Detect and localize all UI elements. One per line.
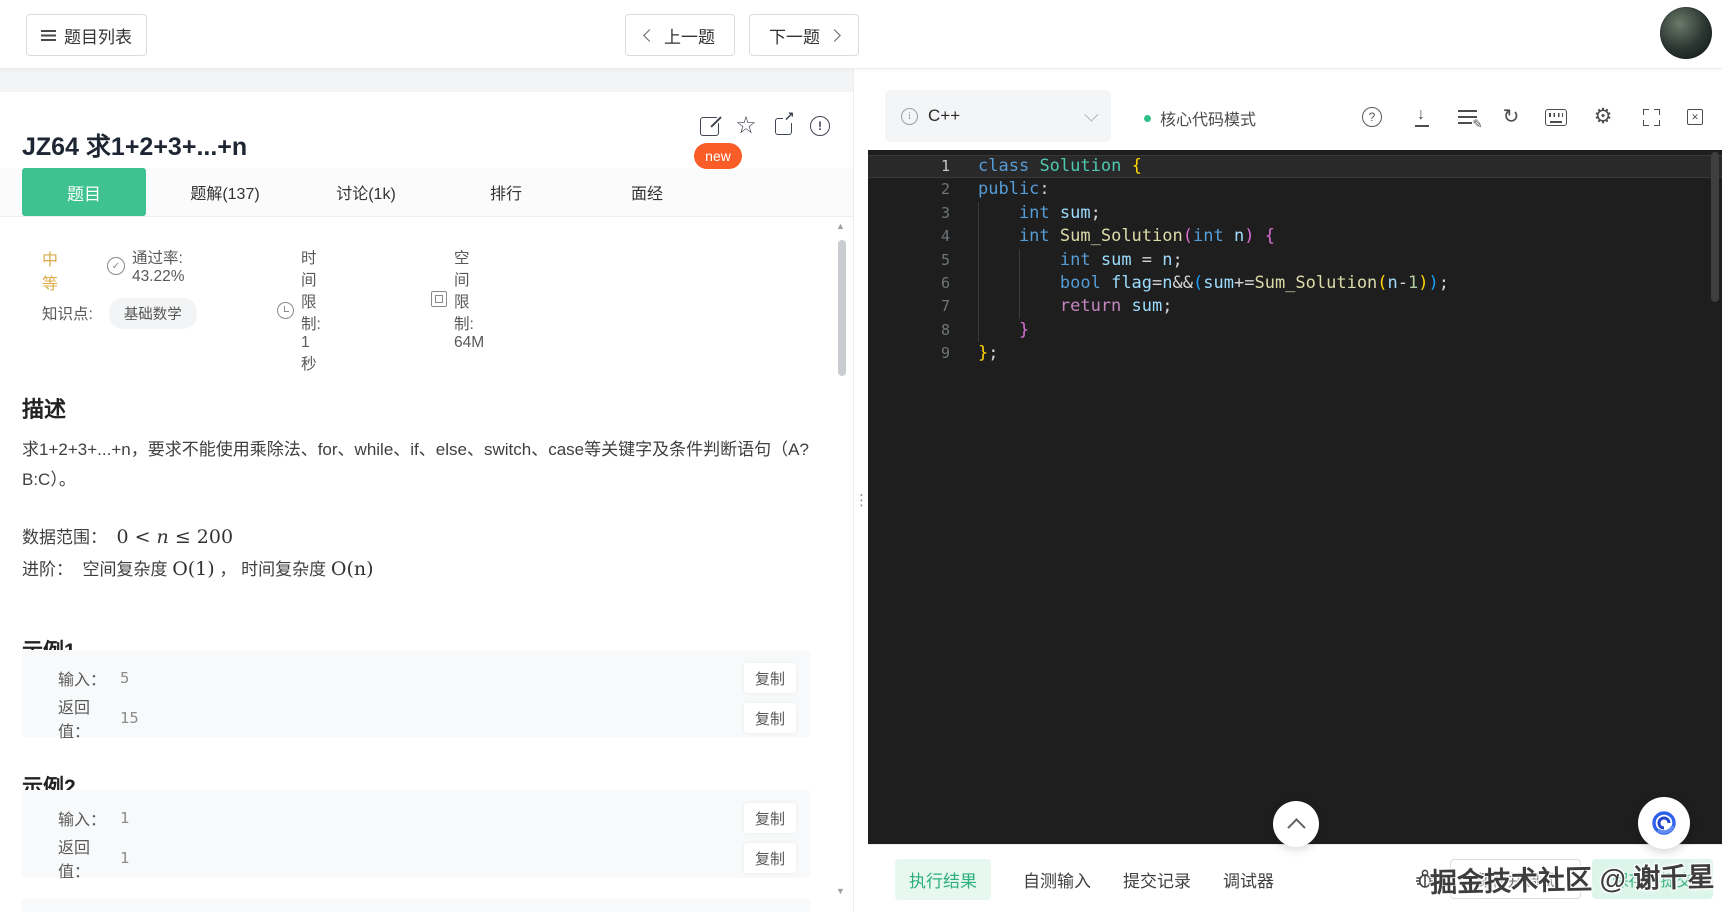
problem-list-label: 题目列表 [64, 23, 132, 48]
top-bar: 题目列表 上一题 下一题 [0, 0, 1722, 69]
example1-input-value: 5 [120, 669, 129, 687]
scrollbar-thumb[interactable] [838, 240, 846, 376]
chevron-left-icon [643, 29, 656, 42]
edit-icon[interactable] [698, 115, 720, 137]
knowledge-row: 知识点: 基础数学 [42, 299, 197, 327]
tab-submission-history[interactable]: 提交记录 [1123, 859, 1191, 900]
problem-panel: JZ64 求1+2+3+...+n new 题目 题解(137) 讨论(1k) … [0, 68, 853, 912]
tab-problem[interactable]: 题目 [22, 168, 146, 216]
advanced-line: 进阶： 空间复杂度 O(1) ， 时间复杂度 O(n) [22, 555, 374, 580]
example2-output-value: 1 [120, 849, 129, 867]
exit-layout-icon[interactable] [1684, 106, 1706, 128]
copy-button[interactable]: 复制 [744, 663, 796, 693]
prev-label: 上一题 [664, 23, 715, 48]
next-example-partial [22, 898, 810, 912]
chip-icon [431, 291, 447, 307]
code-lines: 1class Solution {2public:3 int sum;4 int… [868, 150, 1722, 366]
tab-debugger[interactable]: 调试器 [1223, 859, 1274, 900]
editor-toolbar-icons [868, 106, 1722, 128]
chevron-up-icon [1287, 818, 1305, 836]
example2-input-row: 输入： 1 复制 [22, 802, 810, 834]
new-badge: new [694, 143, 742, 169]
settings-gear-icon[interactable] [1592, 106, 1614, 128]
copy-button[interactable]: 复制 [744, 843, 796, 873]
fullscreen-icon[interactable] [1640, 106, 1662, 128]
star-icon[interactable] [735, 115, 757, 137]
panel-divider [853, 68, 869, 912]
tab-self-test-input[interactable]: 自测输入 [1023, 859, 1091, 900]
example1-output-value: 15 [120, 709, 139, 727]
chevron-right-icon [828, 29, 841, 42]
editor-scrollbar-thumb[interactable] [1711, 152, 1719, 302]
data-range-line: 数据范围： 0 < n ≤ 200 [22, 523, 233, 548]
scrollbar-down-arrow[interactable]: ▼ [836, 886, 845, 896]
user-avatar[interactable] [1660, 7, 1712, 59]
list-icon [41, 30, 56, 41]
page: 题目列表 上一题 下一题 JZ64 求1+2+3+...+n new 题目 题解… [0, 0, 1722, 912]
example1-box: 输入： 5 复制 返回值： 15 复制 [22, 650, 810, 737]
example2-input-value: 1 [120, 809, 129, 827]
description-heading: 描述 [22, 392, 66, 424]
problem-actions [698, 115, 831, 137]
keyboard-shortcuts-icon[interactable] [1545, 106, 1567, 128]
problem-list-button[interactable]: 题目列表 [26, 14, 147, 56]
pass-rate: 通过率: 43.22% [107, 246, 185, 286]
code-editor[interactable]: 1class Solution {2public:3 int sum;4 int… [868, 150, 1722, 845]
help-icon[interactable] [1361, 106, 1383, 128]
editor-panel: C++ 核心代码模式 1class Solution {2public:3 in… [868, 68, 1722, 912]
download-icon[interactable] [1411, 106, 1433, 128]
editor-footer: 执行结果 自测输入 提交记录 调试器 保存并调试 保存并提交 [868, 844, 1722, 912]
description-body: 求1+2+3+...+n，要求不能使用乘除法、for、while、if、else… [22, 435, 817, 495]
knowledge-label: 知识点: [42, 302, 93, 324]
knowledge-tag[interactable]: 基础数学 [109, 298, 197, 329]
collapse-panel-button[interactable] [1273, 801, 1319, 847]
share-external-icon[interactable] [772, 115, 794, 137]
format-code-icon[interactable] [1456, 106, 1478, 128]
save-and-submit-button[interactable]: 保存并提交 [1592, 859, 1713, 899]
save-and-debug-button[interactable]: 保存并调试 [1450, 859, 1581, 899]
next-label: 下一题 [769, 23, 820, 48]
problem-title: JZ64 求1+2+3+...+n [22, 127, 247, 163]
time-complexity: O(n) [331, 558, 374, 580]
tab-discussion[interactable]: 讨论(1k) [326, 168, 406, 216]
example2-box: 输入： 1 复制 返回值： 1 复制 [22, 790, 810, 878]
problem-tabs: 题目 题解(137) 讨论(1k) 排行 面经 [0, 168, 853, 217]
copy-button[interactable]: 复制 [744, 803, 796, 833]
prev-question-button[interactable]: 上一题 [625, 14, 735, 56]
example1-output-row: 返回值： 15 复制 [22, 702, 810, 734]
tab-ranking[interactable]: 排行 [480, 168, 532, 216]
difficulty-badge: 中等 [42, 246, 58, 294]
scrollbar-up-arrow[interactable]: ▲ [836, 221, 845, 231]
next-question-button[interactable]: 下一题 [749, 14, 859, 56]
example1-input-row: 输入： 5 复制 [22, 662, 810, 694]
space-complexity: O(1) [172, 558, 215, 580]
tab-run-result[interactable]: 执行结果 [895, 859, 991, 900]
check-circle-icon [107, 257, 125, 275]
example2-output-row: 返回值： 1 复制 [22, 842, 810, 874]
clock-icon [277, 302, 294, 319]
report-alert-icon[interactable] [809, 115, 831, 137]
swirl-logo-icon [1649, 808, 1679, 838]
panel-top-strip [0, 68, 853, 92]
divider-drag-handle[interactable] [854, 486, 869, 514]
data-range-math: 0 < n ≤ 200 [116, 526, 233, 548]
copy-button[interactable]: 复制 [744, 703, 796, 733]
bug-debug-icon[interactable] [1413, 866, 1437, 890]
time-limit: 时间限制: 1秒 [277, 246, 321, 374]
tab-solutions[interactable]: 题解(137) [180, 168, 269, 216]
floating-logo-button[interactable] [1638, 797, 1690, 849]
tab-interview[interactable]: 面经 [621, 168, 673, 216]
result-tabs: 执行结果 自测输入 提交记录 调试器 [895, 859, 1274, 900]
reset-refresh-icon[interactable] [1500, 106, 1522, 128]
space-limit: 空间限制: 64M [431, 246, 484, 352]
